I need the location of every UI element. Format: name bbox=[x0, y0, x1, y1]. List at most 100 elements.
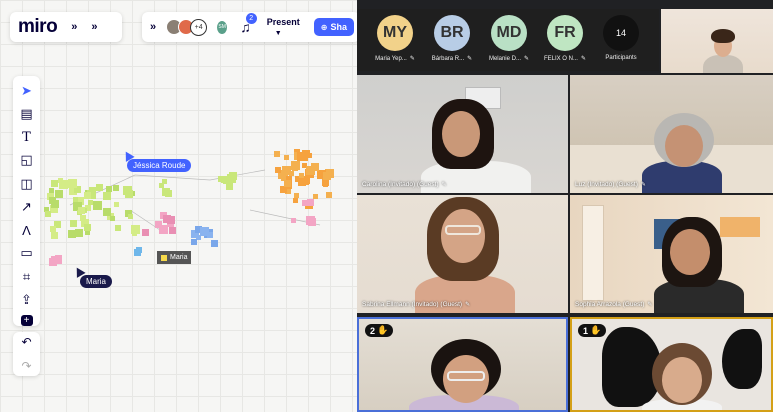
sticky-note[interactable] bbox=[95, 183, 103, 191]
sticky-note[interactable] bbox=[74, 228, 83, 237]
sticky-note[interactable] bbox=[78, 207, 86, 215]
sticky-note[interactable] bbox=[225, 183, 233, 191]
miro-board-canvas[interactable]: Jéssica Roude Maria Maria miro » » » +4 … bbox=[0, 0, 357, 412]
sticky-note[interactable] bbox=[220, 177, 226, 183]
chevron-down-icon[interactable]: » bbox=[91, 21, 97, 33]
video-tile[interactable]: Luz (Invitado) (Guest) ✎ bbox=[570, 75, 773, 193]
sticky-note[interactable] bbox=[191, 239, 198, 246]
sticky-note[interactable] bbox=[291, 161, 301, 171]
sticky-note[interactable] bbox=[115, 224, 122, 231]
templates-icon[interactable]: ▤ bbox=[18, 105, 36, 122]
sticky-note[interactable] bbox=[45, 210, 52, 217]
sticky-note[interactable] bbox=[67, 178, 77, 188]
sticky-note[interactable] bbox=[113, 184, 120, 191]
sticky-note[interactable] bbox=[142, 229, 150, 237]
sticky-note[interactable] bbox=[84, 223, 92, 231]
sticky-note[interactable] bbox=[48, 257, 57, 266]
sticky-note[interactable] bbox=[306, 152, 312, 158]
sticky-note[interactable] bbox=[49, 225, 56, 232]
sticky-note[interactable] bbox=[162, 188, 171, 197]
text-tool-icon[interactable]: T bbox=[18, 129, 36, 146]
sticky-note[interactable] bbox=[159, 224, 169, 234]
sticky-note[interactable] bbox=[70, 220, 77, 227]
more-tools-icon[interactable]: + bbox=[20, 314, 33, 326]
sticky-note[interactable] bbox=[274, 150, 280, 157]
sticky-note[interactable] bbox=[299, 172, 305, 178]
frame-icon[interactable]: ⌗ bbox=[18, 268, 36, 285]
sticky-note[interactable] bbox=[210, 240, 218, 248]
sticky-note[interactable] bbox=[293, 192, 299, 198]
pen-icon[interactable]: Λ bbox=[18, 222, 36, 239]
participant-chip[interactable]: FR FELIX O N... ✎ bbox=[535, 15, 595, 62]
sticky-note[interactable] bbox=[50, 199, 59, 208]
undo-icon[interactable]: ↶ bbox=[18, 333, 36, 351]
sticky-note[interactable] bbox=[135, 246, 142, 253]
notifications-bell-icon[interactable]: ♫ 2 bbox=[240, 13, 257, 35]
chevron-down-icon[interactable]: » bbox=[71, 21, 77, 33]
participant-chip[interactable]: MD Melanie D... ✎ bbox=[479, 15, 539, 62]
sticky-note[interactable] bbox=[130, 224, 140, 234]
sticky-note[interactable] bbox=[73, 197, 79, 203]
sticky-note[interactable] bbox=[48, 187, 54, 193]
person-head bbox=[670, 229, 710, 275]
sticky-note[interactable] bbox=[323, 181, 329, 187]
sticky-note[interactable] bbox=[79, 215, 86, 222]
video-tile-raised-hand[interactable]: 2 ✋ bbox=[357, 317, 568, 412]
sticky-note[interactable] bbox=[55, 189, 64, 198]
sticky-note[interactable] bbox=[127, 213, 133, 219]
sticky-note[interactable] bbox=[284, 154, 290, 160]
sticky-note[interactable] bbox=[206, 232, 213, 239]
sticky-note[interactable] bbox=[302, 200, 309, 207]
sticky-note[interactable] bbox=[228, 172, 237, 181]
sticky-note[interactable] bbox=[306, 165, 315, 175]
sticky-note[interactable] bbox=[291, 217, 297, 223]
select-cursor-icon[interactable]: ➤ bbox=[18, 82, 36, 99]
share-button[interactable]: ⊕ Sha bbox=[313, 18, 354, 36]
upload-icon[interactable]: ⇪ bbox=[18, 291, 36, 308]
participant-chip[interactable]: MY Maria Yep... ✎ bbox=[365, 15, 425, 62]
sticky-note[interactable] bbox=[58, 177, 64, 183]
sticky-note[interactable] bbox=[103, 207, 112, 216]
hand-order: 2 bbox=[370, 325, 376, 336]
sticky-note[interactable] bbox=[114, 202, 120, 208]
video-tile[interactable]: Sabrina Ellmann (Invitado) (Guest) ✎ bbox=[357, 195, 568, 313]
shapes-icon[interactable]: ◫ bbox=[18, 175, 36, 192]
connection-line-icon[interactable]: ↗ bbox=[18, 198, 36, 215]
person-head bbox=[441, 209, 485, 263]
avatar[interactable]: SM bbox=[216, 19, 229, 35]
collaborator-avatars[interactable]: +4 bbox=[166, 18, 208, 36]
sticky-note[interactable] bbox=[279, 186, 287, 194]
sticky-note[interactable] bbox=[289, 171, 295, 177]
collaboration-bar: » +4 SM ♫ 2 Present ▼ ⊕ Sha bbox=[142, 12, 357, 42]
participants-button[interactable]: 14 Participants bbox=[591, 15, 651, 61]
sticky-note-icon[interactable]: ◱ bbox=[18, 152, 36, 169]
sticky-note[interactable] bbox=[275, 166, 282, 173]
cursor-label-maria: Maria bbox=[80, 275, 113, 288]
sticky-note[interactable] bbox=[326, 192, 333, 199]
self-video-view[interactable] bbox=[661, 9, 773, 73]
video-tile[interactable]: Sophia Arrazola (Guest) ✎ bbox=[570, 195, 773, 313]
sticky-note[interactable] bbox=[161, 179, 167, 185]
video-tile-raised-hand[interactable]: 1 ✋ bbox=[570, 317, 773, 412]
participant-chip[interactable]: BR Bárbara R... ✎ bbox=[422, 15, 482, 62]
sticky-note[interactable] bbox=[84, 192, 92, 200]
sticky-note[interactable] bbox=[50, 231, 58, 239]
redo-icon[interactable]: ↷ bbox=[18, 357, 36, 375]
sticky-note[interactable] bbox=[109, 215, 115, 221]
sticky-note[interactable] bbox=[122, 185, 132, 195]
sticky-note[interactable] bbox=[306, 215, 316, 225]
sticky-note[interactable] bbox=[51, 180, 59, 188]
sticky-note[interactable] bbox=[84, 230, 90, 236]
sticky-note[interactable] bbox=[307, 199, 315, 207]
sticky-note[interactable] bbox=[284, 179, 292, 187]
sticky-note[interactable] bbox=[92, 200, 102, 210]
sticky-note[interactable] bbox=[103, 192, 112, 201]
sticky-note[interactable] bbox=[293, 198, 299, 204]
sticky-note[interactable] bbox=[169, 226, 176, 234]
present-button[interactable]: Present ▼ bbox=[267, 17, 306, 37]
sticky-note[interactable] bbox=[163, 215, 172, 224]
sticky-note[interactable] bbox=[323, 172, 332, 181]
chevron-down-icon[interactable]: » bbox=[150, 21, 156, 33]
video-tile[interactable]: Carolina (Invitado) (Guest) ✎ bbox=[357, 75, 568, 193]
comment-icon[interactable]: ▭ bbox=[18, 245, 36, 262]
